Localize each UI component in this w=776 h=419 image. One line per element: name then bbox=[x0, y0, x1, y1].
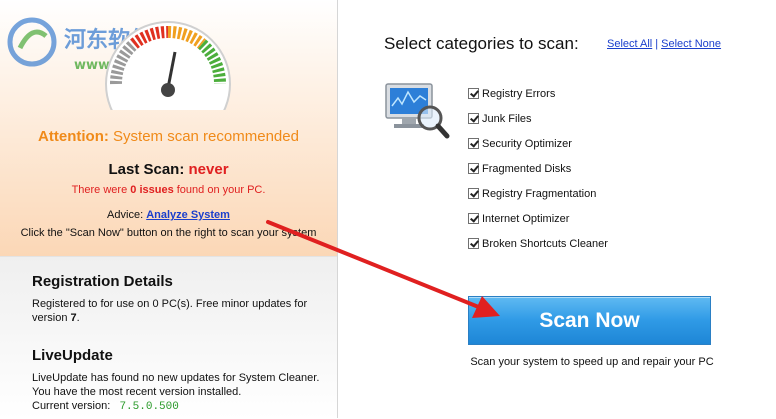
category-security-optimizer[interactable]: Security Optimizer bbox=[468, 131, 608, 156]
checkbox-icon[interactable] bbox=[468, 113, 479, 124]
categories-heading: Select categories to scan: bbox=[384, 34, 579, 53]
liveupdate-text: LiveUpdate has found no new updates for … bbox=[32, 371, 322, 414]
registration-text-suffix: . bbox=[76, 312, 80, 324]
attention-message: Attention: System scan recommended bbox=[0, 128, 337, 145]
category-label: Junk Files bbox=[482, 112, 532, 125]
liveupdate-message: LiveUpdate has found no new updates for … bbox=[32, 372, 320, 398]
info-area: Registration Details Registered to for u… bbox=[0, 256, 337, 419]
select-all-link[interactable]: Select All bbox=[607, 38, 652, 50]
category-label: Fragmented Disks bbox=[482, 162, 572, 175]
link-separator: | bbox=[655, 38, 659, 50]
watermark-logo-icon bbox=[7, 17, 57, 67]
last-scan: Last Scan: never bbox=[0, 161, 337, 178]
category-registry-errors[interactable]: Registry Errors bbox=[468, 81, 608, 106]
issues-summary: There were 0 issues found on your PC. bbox=[0, 184, 337, 196]
last-scan-label: Last Scan: bbox=[108, 161, 189, 178]
selection-links: Select All | Select None bbox=[607, 38, 721, 50]
category-fragmented-disks[interactable]: Fragmented Disks bbox=[468, 156, 608, 181]
last-scan-value: never bbox=[188, 161, 229, 178]
checkbox-icon[interactable] bbox=[468, 163, 479, 174]
checkbox-icon[interactable] bbox=[468, 138, 479, 149]
advice: Advice: Analyze System bbox=[0, 209, 337, 221]
status-area: 河东软件园 www.pc0359.cn Attention: System sc… bbox=[0, 0, 337, 256]
gauge-icon bbox=[105, 21, 231, 110]
select-none-link[interactable]: Select None bbox=[661, 38, 721, 50]
category-label: Internet Optimizer bbox=[482, 212, 570, 225]
attention-label: Attention: bbox=[38, 128, 109, 145]
advice-label: Advice: bbox=[107, 209, 147, 221]
category-label: Registry Fragmentation bbox=[482, 187, 597, 200]
category-label: Security Optimizer bbox=[482, 137, 572, 150]
current-version-label: Current version: bbox=[32, 400, 111, 412]
analyze-system-link[interactable]: Analyze System bbox=[146, 209, 230, 221]
checkbox-icon[interactable] bbox=[468, 188, 479, 199]
current-version-value: 7.5.0.500 bbox=[119, 401, 179, 413]
registration-title: Registration Details bbox=[32, 273, 173, 290]
category-junk-files[interactable]: Junk Files bbox=[468, 106, 608, 131]
issues-count: 0 issues bbox=[130, 184, 174, 196]
category-label: Broken Shortcuts Cleaner bbox=[482, 237, 608, 250]
registration-text: Registered to for use on 0 PC(s). Free m… bbox=[32, 297, 322, 325]
issues-suffix: found on your PC. bbox=[173, 184, 266, 196]
scan-now-button[interactable]: Scan Now bbox=[468, 296, 711, 345]
checkbox-icon[interactable] bbox=[468, 88, 479, 99]
left-panel: 河东软件园 www.pc0359.cn Attention: System sc… bbox=[0, 0, 338, 419]
category-list: Registry Errors Junk Files Security Opti… bbox=[468, 81, 608, 256]
category-internet-optimizer[interactable]: Internet Optimizer bbox=[468, 206, 608, 231]
attention-text: System scan recommended bbox=[108, 128, 299, 145]
scan-description: Scan your system to speed up and repair … bbox=[470, 356, 714, 368]
category-broken-shortcuts-cleaner[interactable]: Broken Shortcuts Cleaner bbox=[468, 231, 608, 256]
checkbox-icon[interactable] bbox=[468, 213, 479, 224]
category-registry-fragmentation[interactable]: Registry Fragmentation bbox=[468, 181, 608, 206]
category-label: Registry Errors bbox=[482, 87, 556, 100]
click-hint: Click the "Scan Now" button on the right… bbox=[20, 227, 317, 239]
liveupdate-title: LiveUpdate bbox=[32, 347, 113, 364]
checkbox-icon[interactable] bbox=[468, 238, 479, 249]
issues-prefix: There were bbox=[71, 184, 131, 196]
monitor-magnifier-icon bbox=[385, 83, 450, 139]
